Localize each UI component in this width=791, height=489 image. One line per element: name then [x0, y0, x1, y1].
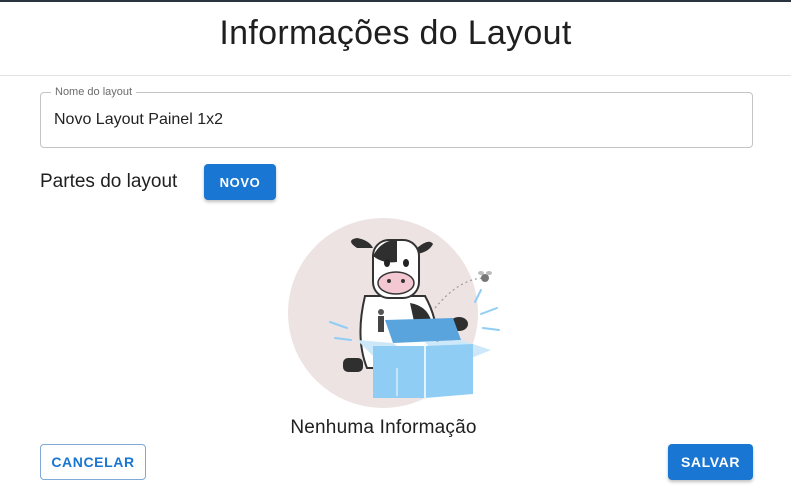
title-divider: [0, 75, 791, 76]
save-button[interactable]: SALVAR: [668, 444, 753, 480]
layout-name-input[interactable]: [54, 111, 734, 129]
empty-state-message: Nenhuma Informação: [290, 417, 477, 438]
layout-name-field[interactable]: Nome do layout: [40, 85, 753, 148]
layout-name-label: Nome do layout: [51, 85, 137, 99]
layout-info-dialog: Informações do Layout Nome do layout Par…: [0, 0, 791, 489]
dialog-title: Informações do Layout: [219, 14, 572, 52]
layout-parts-title: Partes do layout: [40, 171, 178, 192]
cancel-button[interactable]: CANCELAR: [40, 444, 146, 480]
dialog-top-edge: [0, 0, 791, 2]
fly-icon: [478, 271, 492, 282]
empty-state-illustration: [288, 218, 500, 408]
new-part-button[interactable]: NOVO: [204, 164, 276, 200]
